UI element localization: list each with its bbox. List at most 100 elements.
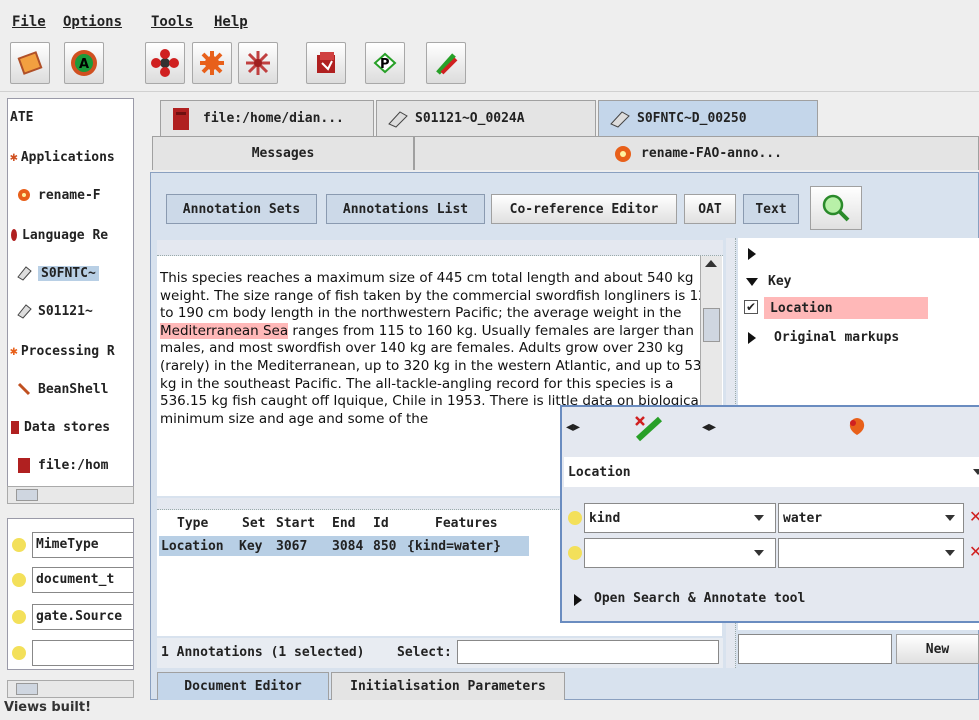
- search-button[interactable]: [810, 186, 862, 230]
- feature-name-dropdown-icon[interactable]: [754, 515, 764, 521]
- tree-item-processing-resources[interactable]: ✱ Processing R: [10, 339, 115, 363]
- annotations-list-button[interactable]: Annotations List: [326, 194, 485, 224]
- tree-item-beanshell[interactable]: BeanShell: [16, 377, 108, 401]
- new-application-button[interactable]: A: [64, 42, 104, 84]
- text-button[interactable]: Text: [743, 194, 799, 224]
- feature-c-icon: [12, 573, 26, 587]
- scroll-thumb[interactable]: [703, 308, 720, 342]
- scroll-up-icon[interactable]: [705, 260, 717, 267]
- annotation-diff-button[interactable]: [426, 42, 466, 84]
- coreference-editor-button[interactable]: Co-reference Editor: [491, 194, 677, 224]
- tree-item-label: rename-F: [38, 187, 101, 203]
- remove-feature-icon[interactable]: ✕: [969, 507, 979, 526]
- location-checkbox[interactable]: ✔: [744, 300, 758, 314]
- feature-row[interactable]: MimeType: [12, 531, 133, 559]
- table-header-id[interactable]: Id: [373, 516, 389, 531]
- menu-help[interactable]: Help: [214, 14, 248, 30]
- open-search-annotate-tool[interactable]: Open Search & Annotate tool: [594, 591, 805, 606]
- annotation-type-dropdown-icon[interactable]: [973, 469, 979, 475]
- remove-feature-icon[interactable]: ✕: [969, 542, 979, 561]
- resize-annotation-icon[interactable]: ◂▸: [702, 419, 716, 435]
- scroll-thumb[interactable]: [16, 489, 38, 501]
- pin-window-icon[interactable]: [845, 415, 869, 439]
- feature-name[interactable]: document_t: [32, 567, 133, 593]
- tab-label: Messages: [251, 146, 315, 161]
- feature-value-dropdown-icon[interactable]: [945, 550, 955, 556]
- tree-item-file-datastore[interactable]: file:/hom: [16, 453, 108, 477]
- menu-options[interactable]: Options: [63, 14, 122, 30]
- svg-text:A: A: [79, 57, 89, 72]
- collapse-key-set-icon[interactable]: [746, 278, 758, 286]
- table-header-set[interactable]: Set: [242, 516, 265, 531]
- feature-name[interactable]: MimeType: [32, 532, 133, 558]
- datastore-icon: [317, 52, 335, 73]
- feature-value-dropdown-icon[interactable]: [945, 515, 955, 521]
- tree-item-s01121[interactable]: S01121~: [16, 299, 93, 323]
- tree-root-label: ATE: [10, 109, 34, 125]
- cell-type: Location: [161, 539, 224, 554]
- set-key-label[interactable]: Key: [768, 274, 791, 289]
- new-language-resource-button[interactable]: [145, 42, 185, 84]
- feature-row[interactable]: gate.Source: [12, 603, 133, 631]
- expand-original-markups-icon[interactable]: [748, 332, 756, 344]
- type-location-label[interactable]: Location: [770, 301, 833, 316]
- scroll-thumb[interactable]: [16, 683, 38, 695]
- load-document-button[interactable]: [10, 42, 50, 84]
- datastore-button[interactable]: [306, 42, 346, 84]
- menu-tools[interactable]: Tools: [151, 14, 193, 30]
- tab-messages[interactable]: Messages: [152, 136, 414, 170]
- tree-item-language-resources[interactable]: Language Re: [10, 223, 108, 247]
- text-splitter[interactable]: [157, 240, 723, 256]
- manage-plugins-button[interactable]: P: [365, 42, 405, 84]
- tree-item-data-stores[interactable]: Data stores: [10, 415, 110, 439]
- menu-bar: [0, 0, 979, 36]
- feature-row[interactable]: [12, 639, 133, 667]
- tree-item-label: Data stores: [24, 419, 111, 435]
- new-set-button[interactable]: New: [896, 634, 979, 664]
- table-header-start[interactable]: Start: [276, 516, 315, 531]
- table-header-features[interactable]: Features: [435, 516, 498, 531]
- menu-file[interactable]: File: [12, 14, 46, 30]
- table-header-type[interactable]: Type: [177, 516, 208, 531]
- feature-name[interactable]: [32, 640, 133, 666]
- annotation-sets-button[interactable]: Annotation Sets: [166, 194, 317, 224]
- tab-document-editor[interactable]: Document Editor: [157, 672, 329, 700]
- delete-annotation-icon[interactable]: [632, 413, 666, 443]
- oat-button[interactable]: OAT: [684, 194, 736, 224]
- new-pipeline-button[interactable]: [238, 42, 278, 84]
- tree-item-s0fntc[interactable]: S0FNTC~: [16, 261, 99, 285]
- feature-name-dropdown-icon[interactable]: [754, 550, 764, 556]
- tree-item-rename-application[interactable]: rename-F: [16, 183, 101, 207]
- feature-row[interactable]: document_t: [12, 566, 133, 594]
- tab-doc-s01121[interactable]: S01121~O_0024A: [376, 100, 596, 136]
- tree-root[interactable]: ATE: [10, 105, 33, 129]
- select-input[interactable]: [457, 640, 719, 664]
- applications-icon: ✱: [10, 149, 18, 165]
- expand-search-icon[interactable]: [574, 594, 582, 606]
- feature-name-combo[interactable]: [584, 538, 776, 568]
- new-processing-resource-button[interactable]: [192, 42, 232, 84]
- document-icon: [17, 304, 32, 319]
- set-original-markups-label[interactable]: Original markups: [774, 330, 899, 345]
- text-before: This species reaches a maximum size of 4…: [160, 270, 716, 322]
- new-set-name-input[interactable]: [738, 634, 892, 664]
- tab-doc-file[interactable]: file:/home/dian...: [160, 100, 374, 136]
- feature-name-combo[interactable]: kind: [584, 503, 776, 533]
- tab-rename-fao[interactable]: rename-FAO-anno...: [414, 136, 979, 170]
- tab-initialisation-parameters[interactable]: Initialisation Parameters: [331, 672, 565, 700]
- feature-value-combo[interactable]: [778, 538, 964, 568]
- language-resource-icon: [11, 229, 17, 241]
- move-left-right-icon[interactable]: ◂▸: [566, 419, 580, 435]
- gear-icon: [200, 51, 224, 75]
- tree-horizontal-scrollbar[interactable]: [7, 486, 134, 504]
- feature-value-combo[interactable]: water: [778, 503, 964, 533]
- annotation-type-combo[interactable]: Location: [564, 457, 979, 487]
- tab-doc-s0fntc[interactable]: S0FNTC~D_00250: [598, 100, 818, 136]
- highlighted-location[interactable]: Mediterranean Sea: [160, 322, 289, 339]
- table-header-end[interactable]: End: [332, 516, 355, 531]
- expand-default-set-icon[interactable]: [748, 248, 756, 260]
- tree-item-applications[interactable]: ✱ Applications: [10, 145, 115, 169]
- features-horizontal-scrollbar[interactable]: [7, 680, 134, 698]
- feature-name[interactable]: gate.Source: [32, 604, 133, 630]
- flower-icon: [151, 49, 179, 77]
